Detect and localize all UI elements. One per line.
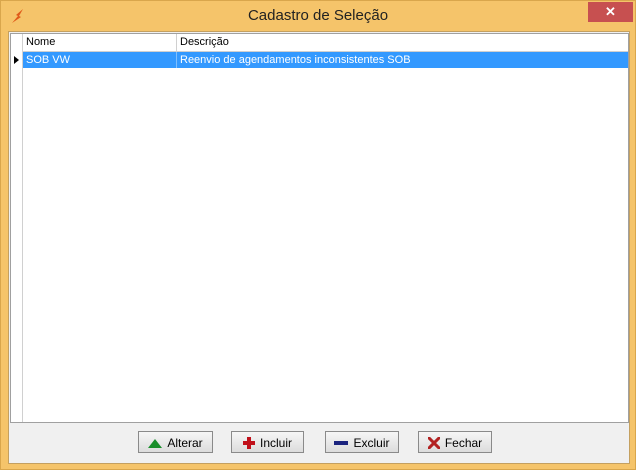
fechar-button[interactable]: Fechar	[418, 431, 492, 453]
current-row-arrow-icon	[14, 56, 19, 64]
close-button[interactable]: ✕	[588, 2, 633, 22]
grid-header: Nome Descrição	[23, 34, 628, 52]
column-header-descricao[interactable]: Descrição	[177, 34, 628, 51]
selection-grid[interactable]: Nome Descrição SOB VW Reenvio de agendam…	[10, 33, 629, 423]
cell-descricao[interactable]: Reenvio de agendamentos inconsistentes S…	[177, 52, 628, 68]
alterar-label: Alterar	[167, 435, 203, 450]
triangle-up-icon	[148, 438, 163, 448]
excluir-label: Excluir	[353, 435, 390, 450]
column-header-nome[interactable]: Nome	[23, 34, 177, 51]
window-title: Cadastro de Seleção	[247, 7, 389, 24]
table-row[interactable]: SOB VW Reenvio de agendamentos inconsist…	[23, 52, 628, 68]
incluir-label: Incluir	[259, 435, 292, 450]
fechar-label: Fechar	[444, 435, 483, 450]
alterar-button[interactable]: Alterar	[138, 431, 213, 453]
window: Cadastro de Seleção ✕ Nome Descrição SOB…	[0, 0, 636, 470]
row-indicator-column	[11, 34, 23, 422]
incluir-button[interactable]: Incluir	[231, 431, 304, 453]
client-area: Nome Descrição SOB VW Reenvio de agendam…	[8, 31, 630, 464]
title-bar[interactable]: Cadastro de Seleção ✕	[1, 1, 635, 32]
plus-icon	[242, 436, 255, 449]
cell-nome[interactable]: SOB VW	[23, 52, 177, 68]
x-icon	[427, 436, 440, 449]
minus-icon	[334, 440, 349, 445]
excluir-button[interactable]: Excluir	[325, 431, 399, 453]
